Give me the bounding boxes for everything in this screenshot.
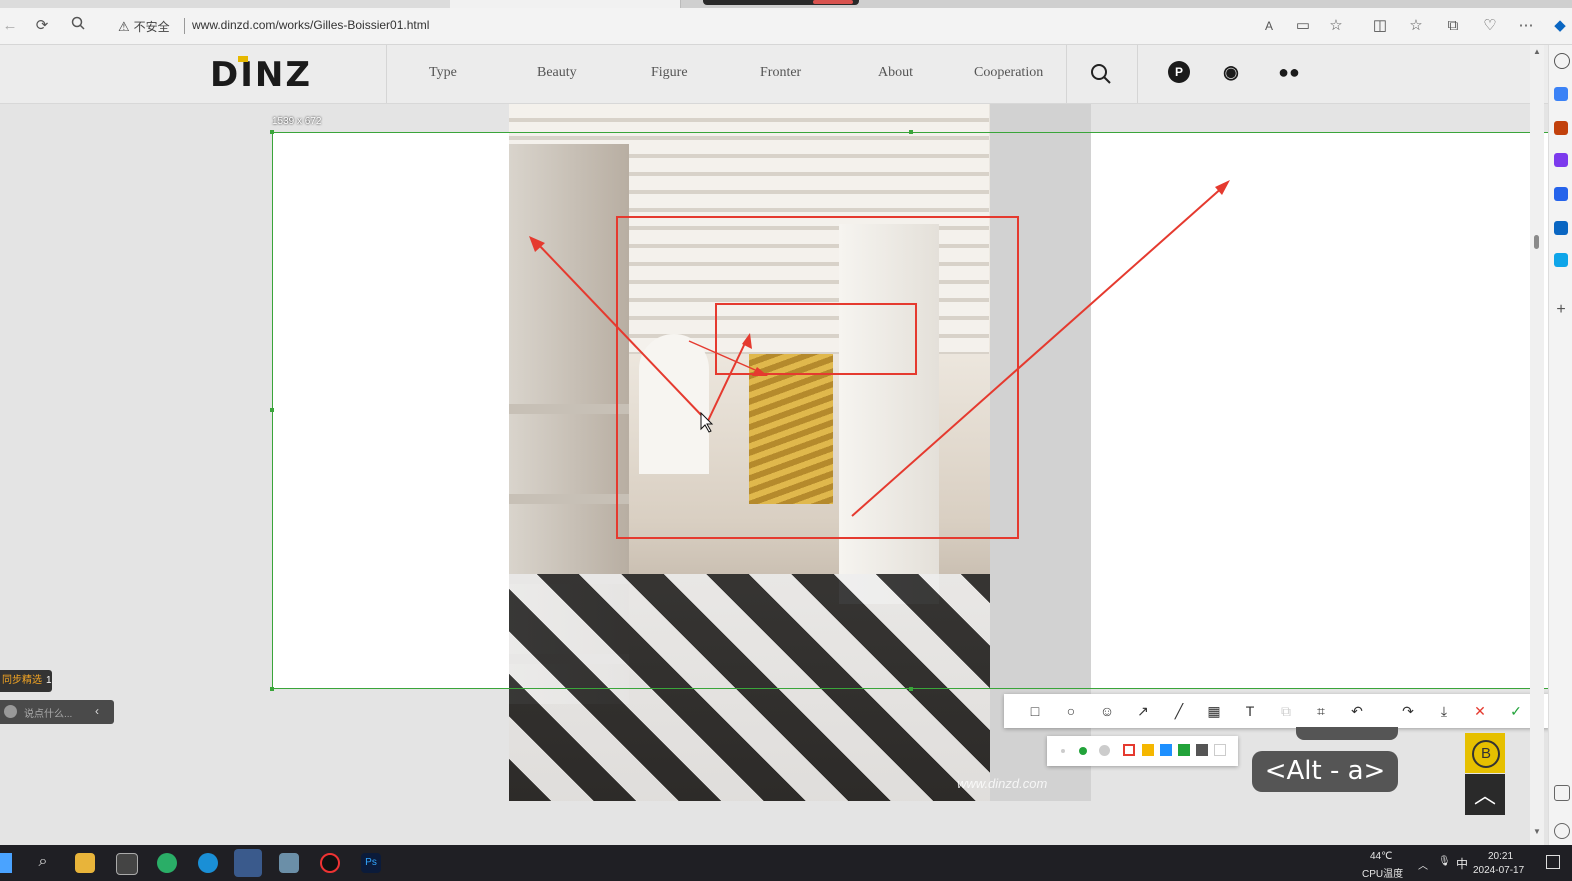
mosaic-tool-icon[interactable]: ▦ [1204,701,1224,721]
microphone-icon[interactable]: 🎙 [1438,856,1451,867]
scroll-down-icon[interactable]: ▼ [1533,827,1541,836]
rectangle-tool-icon[interactable]: □ [1025,701,1045,721]
size-small[interactable] [1061,749,1065,753]
photoshop-icon[interactable]: Ps [361,853,381,873]
sidebar-outlook-icon[interactable] [1554,221,1568,235]
color-green-swatch[interactable] [1178,744,1190,756]
scroll-thumb[interactable] [1534,235,1539,249]
sidebar-office-icon[interactable] [1554,187,1568,201]
scroll-up-icon[interactable]: ▲ [1533,47,1541,56]
resize-handle[interactable] [270,687,274,691]
clock-time[interactable]: 20:21 [1488,851,1513,862]
record-icon[interactable] [320,853,340,873]
wechat-app-icon[interactable] [157,853,177,873]
color-red-swatch[interactable] [1123,744,1135,756]
app-icon[interactable] [279,853,299,873]
sidebar-screenshot-icon[interactable] [1554,785,1570,801]
tray-expand-icon[interactable]: ︿ [1418,857,1428,872]
keyboard-shortcut-overlay: <Alt - a> [1252,751,1398,792]
clock-date[interactable]: 2024-07-17 [1473,865,1524,876]
emoji-icon[interactable] [4,705,17,718]
taskbar: ⌕ Ps 44℃ CPU温度 ︿ 🎙 中 20:21 2024-07-17 [0,845,1572,881]
edge-icon[interactable] [198,853,218,873]
copy-tool-icon[interactable]: ⧉ [1276,701,1296,721]
chat-badge[interactable]: 同步精选 1 [0,670,52,692]
confirm-icon[interactable]: ✓ [1506,701,1526,721]
color-yellow-swatch[interactable] [1142,744,1154,756]
sidebar-search-icon[interactable] [1554,53,1570,69]
arrow-tool-icon[interactable]: ↗ [1133,701,1153,721]
cpu-temperature-label: CPU温度 [1362,869,1404,880]
windows-start-icon[interactable] [0,853,12,873]
save-icon[interactable]: ⤓ [1434,701,1454,721]
ellipse-tool-icon[interactable]: ○ [1061,701,1081,721]
sidebar-settings-icon[interactable] [1554,823,1570,839]
resize-handle[interactable] [909,687,913,691]
edge-sidebar: + [1548,45,1572,845]
ocr-tool-icon[interactable]: ⌗ [1311,701,1331,721]
sidebar-add-icon[interactable]: + [1554,302,1568,318]
sidebar-shopping-icon[interactable] [1554,87,1568,101]
active-app-icon[interactable] [234,849,262,877]
sidebar-tools-icon[interactable] [1554,121,1568,135]
back-to-top-button[interactable]: ︿ [1465,774,1505,815]
system-tray: 44℃ CPU温度 ︿ 🎙 中 20:21 2024-07-17 [1342,845,1572,881]
line-tool-icon[interactable]: ╱ [1169,701,1189,721]
color-white-swatch[interactable] [1214,744,1226,756]
color-gray-swatch[interactable] [1196,744,1208,756]
scrollbar[interactable]: ▲ ▼ [1530,45,1544,845]
redo-icon[interactable]: ↷ [1398,701,1418,721]
color-palette [1047,736,1238,766]
chat-placeholder: 说点什么... [24,709,73,720]
sidebar-games-icon[interactable] [1554,153,1568,167]
resize-handle[interactable] [270,130,274,134]
sidebar-send-icon[interactable] [1554,253,1568,267]
cancel-icon[interactable]: ✕ [1470,701,1490,721]
cpu-temperature: 44℃ [1370,851,1393,862]
color-blue-swatch[interactable] [1160,744,1172,756]
ime-indicator[interactable]: 中 [1456,855,1468,872]
notification-icon[interactable] [1546,855,1560,869]
undo-icon[interactable]: ↶ [1347,701,1367,721]
app-icon[interactable] [116,853,138,875]
annotation-toolbar: □ ○ ☺ ↗ ╱ ▦ T ⧉ ⌗ ↶ ↷ ⤓ ✕ ✓ [1004,694,1550,728]
chat-input[interactable]: 说点什么... ‹ [0,700,114,724]
taskbar-search-icon[interactable]: ⌕ [33,853,53,873]
chat-badge-count: 1 [46,675,52,686]
coin-button[interactable]: B [1465,733,1505,773]
emoji-tool-icon[interactable]: ☺ [1097,701,1117,721]
chat-badge-label: 同步精选 [2,675,42,686]
chevron-left-icon[interactable]: ‹ [95,704,99,718]
resize-handle[interactable] [270,408,274,412]
coin-icon: B [1472,740,1500,768]
resize-handle[interactable] [909,130,913,134]
size-large[interactable] [1099,745,1110,756]
file-explorer-icon[interactable] [75,853,95,873]
shortcut-overlay-top [1296,727,1398,740]
selection-border[interactable] [272,132,1550,689]
size-medium[interactable] [1079,747,1087,755]
text-tool-icon[interactable]: T [1240,701,1260,721]
